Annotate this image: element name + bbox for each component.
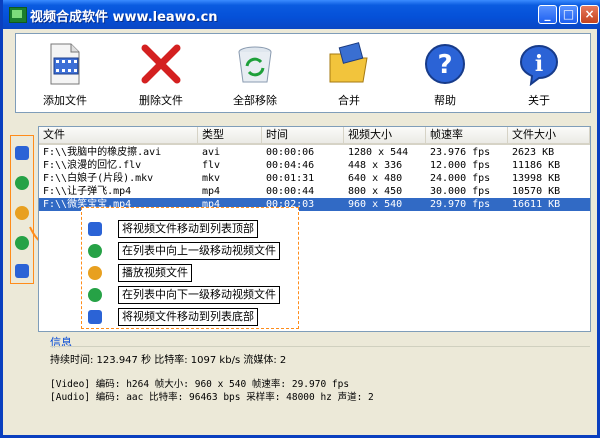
delete-file-icon — [141, 44, 181, 84]
control-legend: 将视频文件移动到列表顶部 在列表中向上一级移动视频文件 播放视频文件 在列表中向… — [81, 207, 299, 329]
table-row[interactable]: F:\\浪漫的回忆.flv flv 00:04:46 448 x 336 12.… — [39, 159, 590, 172]
list-header: 文件 类型 时间 视频大小 帧速率 文件大小 — [39, 127, 590, 145]
move-bottom-icon[interactable] — [15, 264, 29, 278]
window-title: 视频合成软件 www.leawo.cn — [30, 10, 218, 25]
table-row[interactable]: F:\\白娘子(片段).mkv mkv 00:01:31 640 x 480 2… — [39, 172, 590, 185]
merge-button[interactable]: 合并 — [310, 38, 388, 110]
about-label: 关于 — [528, 94, 550, 107]
remove-all-icon — [238, 46, 272, 83]
add-file-button[interactable]: 添加文件 — [26, 38, 104, 110]
help-icon: ? — [425, 44, 465, 84]
cell-file: F:\\白娘子(片段).mkv — [43, 173, 154, 184]
title-bar[interactable]: 视频合成软件 www.leawo.cn _ □ × — [3, 0, 600, 29]
cell-file-size: 10570 KB — [512, 186, 561, 197]
info-section-title: 信息 — [50, 336, 72, 349]
help-button[interactable]: ? 帮助 — [406, 38, 484, 110]
cell-file: F:\\浪漫的回忆.flv — [43, 160, 142, 171]
play-icon[interactable] — [15, 206, 29, 220]
svg-text:?: ? — [437, 50, 452, 80]
move-down-icon — [88, 288, 102, 302]
info-video: [Video] 编码: h264 帧大小: 960 x 540 帧速率: 29.… — [50, 379, 350, 390]
cell-file-size: 16611 KB — [512, 199, 561, 210]
column-header-file-size[interactable]: 文件大小 — [508, 127, 590, 143]
legend-text: 在列表中向下一级移动视频文件 — [118, 286, 280, 304]
cell-fps: 30.000 fps — [430, 186, 491, 197]
cell-fps: 23.976 fps — [430, 147, 491, 158]
info-summary: 持续时间: 123.947 秒 比特率: 1097 kb/s 流媒体: 2 — [50, 355, 287, 366]
legend-text: 将视频文件移动到列表顶部 — [118, 220, 258, 238]
cell-time: 00:00:44 — [266, 186, 315, 197]
cell-video-size: 448 x 336 — [348, 160, 403, 171]
cell-type: mp4 — [202, 186, 221, 197]
move-bottom-icon — [88, 310, 102, 324]
maximize-button[interactable]: □ — [559, 5, 578, 24]
merge-icon — [329, 42, 368, 83]
column-header-video-size[interactable]: 视频大小 — [344, 127, 426, 143]
add-file-icon — [50, 43, 80, 85]
main-window: 视频合成软件 www.leawo.cn _ □ × 添加文件 删除文件 全部移除… — [0, 0, 600, 438]
svg-text:i: i — [535, 51, 543, 77]
toolbar: 添加文件 删除文件 全部移除 合并 ? 帮助 i 关于 — [15, 33, 591, 113]
about-icon: i — [519, 44, 559, 86]
move-up-icon[interactable] — [15, 176, 29, 190]
cell-type: mkv — [202, 173, 221, 184]
move-down-icon[interactable] — [15, 236, 29, 250]
help-label: 帮助 — [434, 94, 456, 107]
cell-video-size: 960 x 540 — [348, 199, 403, 210]
cell-file-size: 11186 KB — [512, 160, 561, 171]
table-row[interactable]: F:\\让子弹飞.mp4 mp4 00:00:44 800 x 450 30.0… — [39, 185, 590, 198]
cell-type: avi — [202, 147, 221, 158]
info-audio: [Audio] 编码: aac 比特率: 96463 bps 采样率: 4800… — [50, 392, 374, 403]
cell-file-size: 2623 KB — [512, 147, 555, 158]
move-controls-panel — [10, 135, 34, 284]
close-button[interactable]: × — [580, 5, 599, 24]
add-file-label: 添加文件 — [43, 94, 87, 107]
info-divider — [50, 346, 590, 347]
cell-type: flv — [202, 160, 221, 171]
move-top-icon — [88, 222, 102, 236]
cell-file-size: 13998 KB — [512, 173, 561, 184]
table-row[interactable]: F:\\我脑中的橡皮擦.avi avi 00:00:06 1280 x 544 … — [39, 146, 590, 159]
delete-file-label: 删除文件 — [139, 94, 183, 107]
cell-file: F:\\让子弹飞.mp4 — [43, 186, 132, 197]
cell-time: 00:04:46 — [266, 160, 315, 171]
move-top-icon[interactable] — [15, 146, 29, 160]
play-icon — [88, 266, 102, 280]
column-header-time[interactable]: 时间 — [262, 127, 344, 143]
delete-file-button[interactable]: 删除文件 — [122, 38, 200, 110]
minimize-button[interactable]: _ — [538, 5, 557, 24]
legend-text: 在列表中向上一级移动视频文件 — [118, 242, 280, 260]
app-icon — [9, 7, 27, 23]
about-button[interactable]: i 关于 — [500, 38, 578, 110]
remove-all-label: 全部移除 — [233, 94, 277, 107]
cell-fps: 29.970 fps — [430, 199, 491, 210]
column-header-type[interactable]: 类型 — [198, 127, 262, 143]
cell-video-size: 640 x 480 — [348, 173, 403, 184]
legend-text: 将视频文件移动到列表底部 — [118, 308, 258, 326]
cell-time: 00:00:06 — [266, 147, 315, 158]
cell-fps: 24.000 fps — [430, 173, 491, 184]
column-header-fps[interactable]: 帧速率 — [426, 127, 508, 143]
move-up-icon — [88, 244, 102, 258]
cell-video-size: 1280 x 544 — [348, 147, 409, 158]
cell-video-size: 800 x 450 — [348, 186, 403, 197]
merge-label: 合并 — [338, 94, 360, 107]
cell-time: 00:01:31 — [266, 173, 315, 184]
column-header-file[interactable]: 文件 — [39, 127, 198, 143]
cell-file: F:\\我脑中的橡皮擦.avi — [43, 147, 162, 158]
remove-all-button[interactable]: 全部移除 — [216, 38, 294, 110]
legend-text: 播放视频文件 — [118, 264, 192, 282]
cell-fps: 12.000 fps — [430, 160, 491, 171]
